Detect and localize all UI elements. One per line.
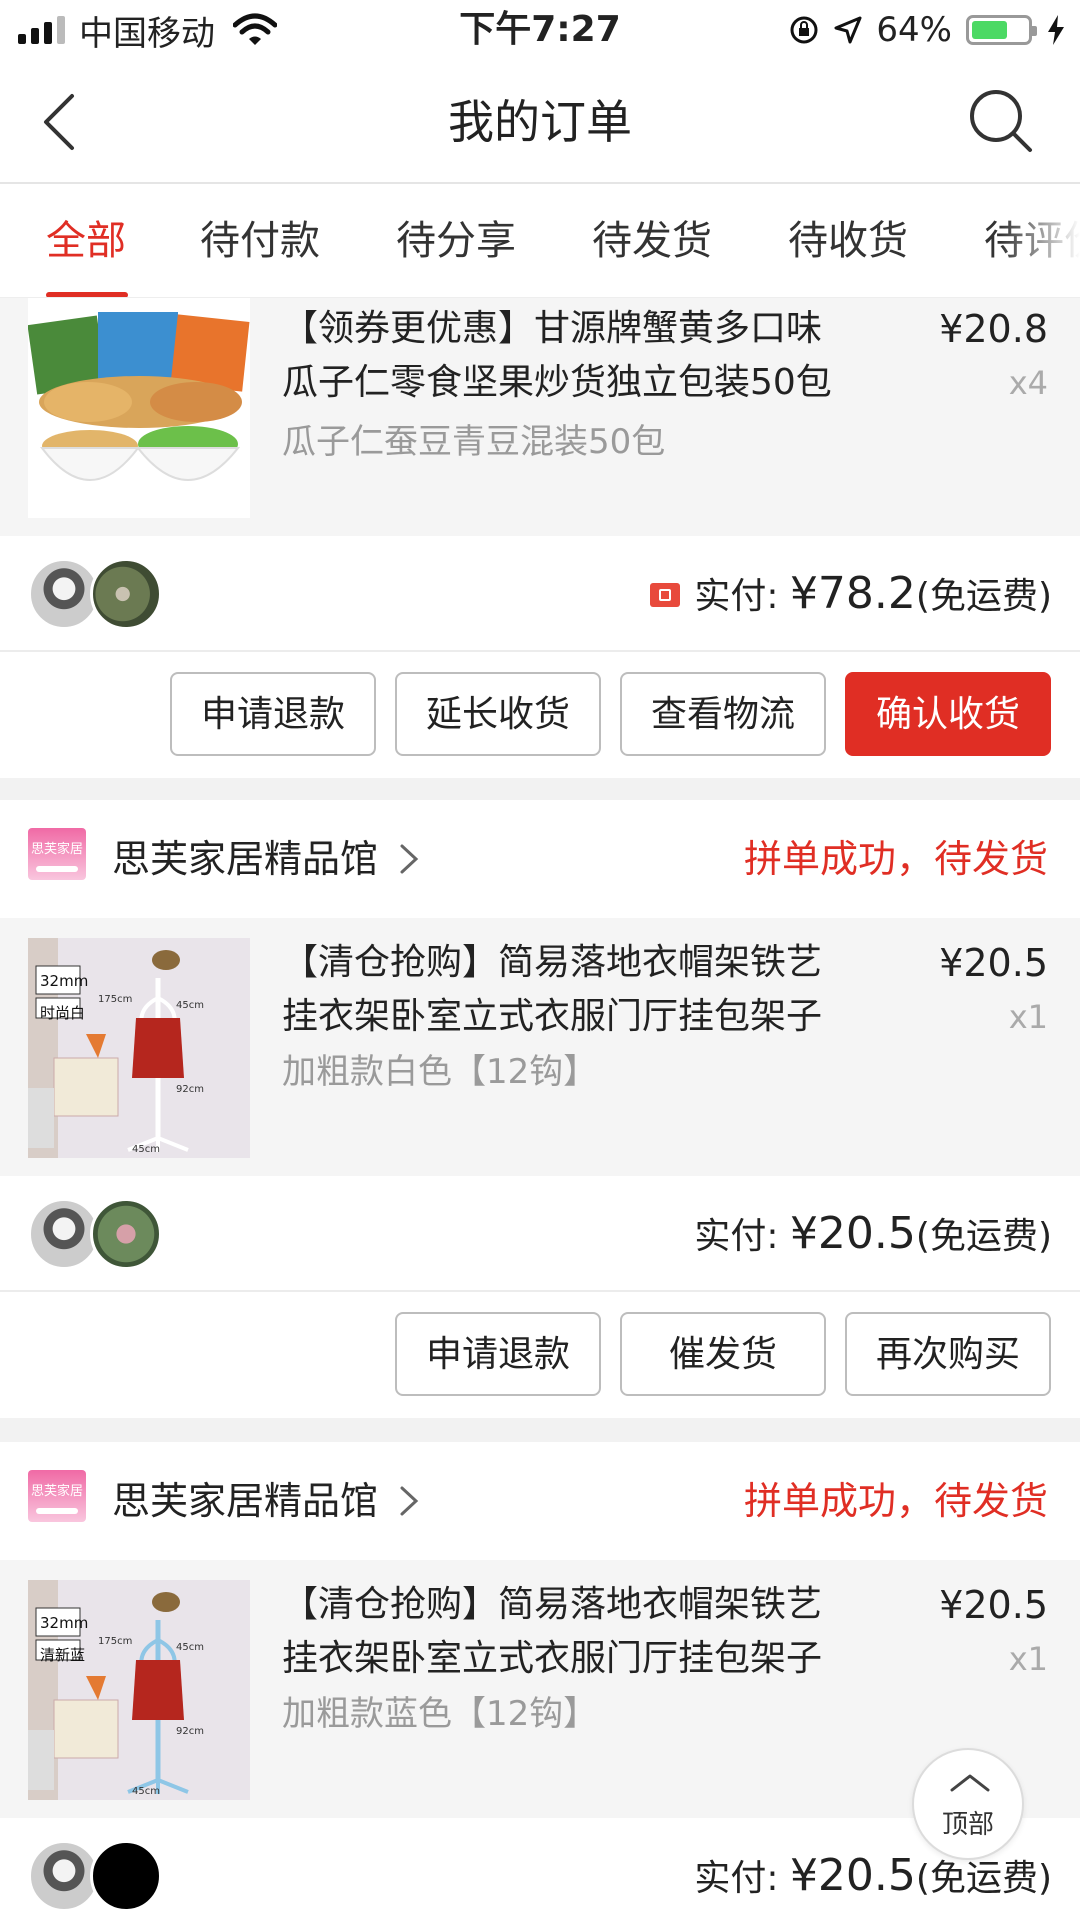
dimension-label: 45cm — [176, 1000, 204, 1011]
product-price: ¥20.5 — [939, 941, 1048, 985]
payment-row: 实付: ¥20.5(免运费) — [0, 1176, 1080, 1292]
product-title: 【领券更优惠】甘源牌蟹黄多口味 瓜子仁零食坚果炒货独立包装50包 — [282, 302, 892, 410]
product-price: ¥20.5 — [939, 1583, 1048, 1627]
product-price: ¥20.8 — [939, 307, 1048, 351]
urge-shipment-button[interactable]: 催发货 — [620, 1312, 826, 1396]
shop-logo-text: 思芙家居 — [30, 1484, 83, 1499]
shop-logo: 思芙家居 — [28, 1470, 86, 1522]
charging-bolt-icon — [1048, 15, 1064, 45]
tab-pending-share[interactable]: 待分享 — [396, 184, 516, 297]
product-spec: 加粗款蓝色【12钩】 — [282, 1694, 598, 1734]
product-title: 【清仓抢购】简易落地衣帽架铁艺 挂衣架卧室立式衣服门厅挂包架子 — [282, 936, 892, 1044]
image-tag: 时尚白 — [40, 1004, 86, 1022]
product-title-line: 瓜子仁零食坚果炒货独立包装50包 — [282, 362, 832, 403]
dimension-label: 175cm — [98, 994, 133, 1005]
coupon-icon — [650, 583, 681, 607]
payment-amount: ¥78.2 — [789, 568, 916, 619]
buy-again-button[interactable]: 再次购买 — [845, 1312, 1051, 1396]
nav-bar: 我的订单 — [0, 60, 1080, 184]
rotation-lock-icon — [790, 16, 818, 44]
order-tabs: 全部 待付款 待分享 待发货 待收货 待评价 — [0, 184, 1080, 298]
tab-fade — [1000, 184, 1080, 297]
shop-logo: 思芙家居 — [28, 828, 86, 880]
order-item[interactable]: 【领券更优惠】甘源牌蟹黄多口味 瓜子仁零食坚果炒货独立包装50包 瓜子仁蚕豆青豆… — [0, 298, 1080, 536]
order-list: 【领券更优惠】甘源牌蟹黄多口味 瓜子仁零食坚果炒货独立包装50包 瓜子仁蚕豆青豆… — [0, 298, 1080, 1921]
avatar — [90, 558, 162, 630]
product-image-coat-rack-blue: 32mm 清新蓝 175cm 45cm 92cm 45cm — [28, 1580, 250, 1800]
product-quantity: x1 — [1008, 998, 1048, 1036]
order-status: 拼单成功，待发货 — [743, 837, 1048, 881]
chevron-right-icon — [400, 844, 419, 874]
battery-level — [972, 21, 1007, 39]
extend-receipt-button[interactable]: 延长收货 — [395, 672, 601, 756]
payment-summary: 实付: ¥78.2(免运费) — [650, 536, 1052, 655]
chevron-right-icon — [400, 1486, 419, 1516]
tab-all[interactable]: 全部 — [46, 184, 126, 297]
shop-header[interactable]: 思芙家居 思芙家居精品馆 拼单成功，待发货 — [0, 1442, 1080, 1560]
status-right: 64% — [788, 8, 1066, 52]
battery-icon — [966, 15, 1037, 45]
payment-label: 实付: — [694, 1216, 790, 1257]
product-title-line: 【领券更优惠】甘源牌蟹黄多口味 — [282, 308, 823, 349]
shop-logo-text: 思芙家居 — [30, 842, 83, 857]
product-image-coat-rack-white: 32mm 时尚白 175cm 45cm 92cm 45cm — [28, 938, 250, 1158]
tab-pending-shipment[interactable]: 待发货 — [592, 184, 712, 297]
divider — [0, 778, 1080, 800]
payment-amount: ¥20.5 — [789, 1850, 916, 1901]
dimension-label: 175cm — [98, 1636, 133, 1647]
product-spec: 加粗款白色【12钩】 — [282, 1052, 598, 1092]
payment-label: 实付: — [694, 1858, 790, 1899]
dimension-label: 45cm — [176, 1642, 204, 1653]
product-title-line: 挂衣架卧室立式衣服门厅挂包架子 — [282, 1638, 823, 1679]
back-to-top-button[interactable]: 顶部 — [912, 1748, 1024, 1860]
divider — [0, 1418, 1080, 1442]
dimension-label: 92cm — [176, 1726, 204, 1737]
payment-label: 实付: — [694, 576, 790, 617]
payment-amount: ¥20.5 — [789, 1208, 916, 1259]
location-arrow-icon — [834, 16, 862, 44]
back-to-top-label: 顶部 — [941, 1810, 994, 1840]
product-image-snacks — [28, 298, 250, 518]
avatar — [90, 1198, 162, 1270]
chevron-up-icon — [950, 1774, 990, 1792]
status-bar: 中国移动 下午7:27 64% — [0, 0, 1080, 60]
product-title-line: 挂衣架卧室立式衣服门厅挂包架子 — [282, 996, 823, 1037]
payment-row: 实付: ¥78.2(免运费) — [0, 536, 1080, 652]
shipping-note: (免运费) — [915, 576, 1052, 617]
order-status: 拼单成功，待发货 — [743, 1479, 1048, 1523]
image-tag: 清新蓝 — [40, 1646, 86, 1664]
shop-name: 思芙家居精品馆 — [112, 1479, 379, 1523]
tab-pending-receipt[interactable]: 待收货 — [788, 184, 908, 297]
payment-summary: 实付: ¥20.5(免运费) — [694, 1176, 1052, 1295]
product-quantity: x4 — [1008, 364, 1048, 402]
product-quantity: x1 — [1008, 1640, 1048, 1678]
shipping-note: (免运费) — [915, 1216, 1052, 1257]
product-spec: 瓜子仁蚕豆青豆混装50包 — [282, 422, 666, 462]
dimension-label: 45cm — [132, 1144, 160, 1155]
order-actions: 申请退款 延长收货 查看物流 确认收货 — [0, 652, 1080, 778]
search-icon[interactable] — [968, 88, 1036, 156]
request-refund-button[interactable]: 申请退款 — [170, 672, 376, 756]
avatar — [90, 1840, 162, 1912]
battery-percent: 64% — [876, 10, 952, 50]
product-title-line: 【清仓抢购】简易落地衣帽架铁艺 — [282, 942, 823, 983]
shop-header[interactable]: 思芙家居 思芙家居精品馆 拼单成功，待发货 — [0, 800, 1080, 918]
page-title: 我的订单 — [448, 95, 632, 149]
shipping-note: (免运费) — [915, 1858, 1052, 1899]
shop-name: 思芙家居精品馆 — [112, 837, 379, 881]
dimension-label: 45cm — [132, 1786, 160, 1797]
request-refund-button[interactable]: 申请退款 — [395, 1312, 601, 1396]
order-actions: 申请退款 催发货 再次购买 — [0, 1292, 1080, 1418]
dimension-label: 92cm — [176, 1084, 204, 1095]
order-item[interactable]: 32mm 时尚白 175cm 45cm 92cm 45cm 【清仓抢购】简易落地… — [0, 918, 1080, 1176]
product-title: 【清仓抢购】简易落地衣帽架铁艺 挂衣架卧室立式衣服门厅挂包架子 — [282, 1578, 892, 1686]
tab-pending-payment[interactable]: 待付款 — [200, 184, 320, 297]
confirm-receipt-button[interactable]: 确认收货 — [845, 672, 1051, 756]
product-title-line: 【清仓抢购】简易落地衣帽架铁艺 — [282, 1584, 823, 1625]
image-tag: 32mm — [40, 1614, 89, 1632]
image-tag: 32mm — [40, 972, 89, 990]
view-logistics-button[interactable]: 查看物流 — [620, 672, 826, 756]
